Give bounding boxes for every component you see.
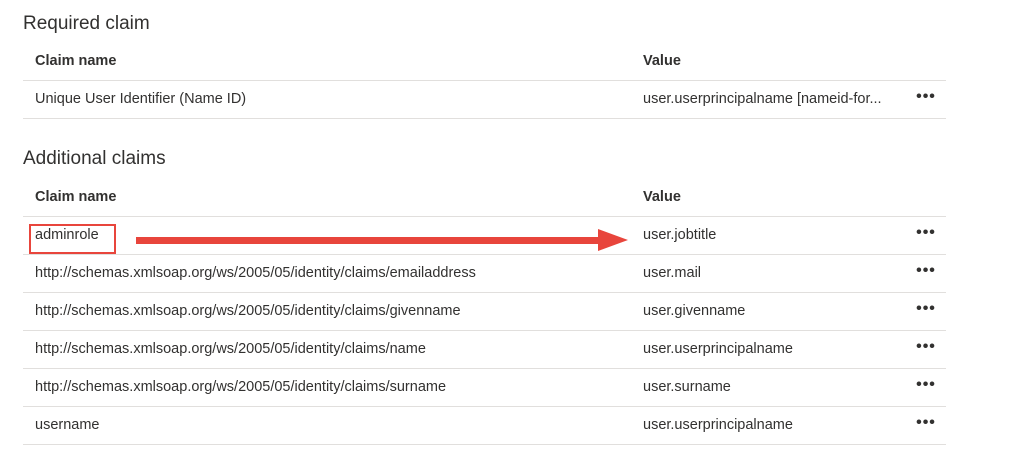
claim-value-cell: user.userprincipalname: [643, 417, 793, 433]
claim-name-cell: username: [35, 417, 100, 433]
table-header-row: Claim name Value: [23, 179, 946, 217]
claim-value-cell: user.userprincipalname [nameid-for...: [643, 91, 882, 107]
more-options-icon[interactable]: •••: [914, 255, 938, 292]
table-row[interactable]: http://schemas.xmlsoap.org/ws/2005/05/id…: [23, 255, 946, 293]
claim-name-column-header: Claim name: [35, 189, 117, 205]
claim-name-column-header: Claim name: [35, 53, 117, 69]
claim-value-cell: user.userprincipalname: [643, 341, 793, 357]
claim-name-cell: http://schemas.xmlsoap.org/ws/2005/05/id…: [35, 341, 426, 357]
claim-name-cell: http://schemas.xmlsoap.org/ws/2005/05/id…: [35, 379, 447, 395]
value-column-header: Value: [643, 189, 681, 205]
claim-value-cell: user.givenname: [643, 303, 746, 319]
value-column-header: Value: [643, 53, 681, 69]
claim-name-cell: adminrole: [35, 227, 99, 243]
table-row[interactable]: username user.userprincipalname •••: [23, 407, 946, 445]
table-row[interactable]: adminrole user.jobtitle •••: [23, 217, 946, 255]
required-claim-heading: Required claim: [23, 13, 150, 34]
required-claims-table: Claim name Value Unique User Identifier …: [23, 43, 946, 119]
table-row[interactable]: http://schemas.xmlsoap.org/ws/2005/05/id…: [23, 331, 946, 369]
more-options-icon[interactable]: •••: [914, 293, 938, 330]
claim-value-cell: user.mail: [643, 265, 702, 281]
claim-value-cell: user.surname: [643, 379, 731, 395]
more-options-icon[interactable]: •••: [914, 369, 938, 406]
claim-name-cell: http://schemas.xmlsoap.org/ws/2005/05/id…: [35, 265, 476, 281]
claim-name-cell: http://schemas.xmlsoap.org/ws/2005/05/id…: [35, 303, 461, 319]
claim-name-cell: Unique User Identifier (Name ID): [35, 91, 247, 107]
more-options-icon[interactable]: •••: [914, 331, 938, 368]
more-options-icon[interactable]: •••: [914, 217, 938, 254]
table-row[interactable]: http://schemas.xmlsoap.org/ws/2005/05/id…: [23, 369, 946, 407]
table-row[interactable]: Unique User Identifier (Name ID) user.us…: [23, 81, 946, 119]
more-options-icon[interactable]: •••: [914, 81, 938, 118]
additional-claims-heading: Additional claims: [23, 148, 166, 169]
table-header-row: Claim name Value: [23, 43, 946, 81]
claim-value-cell: user.jobtitle: [643, 227, 717, 243]
more-options-icon[interactable]: •••: [914, 407, 938, 444]
additional-claims-table: Claim name Value adminrole user.jobtitle…: [23, 179, 946, 445]
table-row[interactable]: http://schemas.xmlsoap.org/ws/2005/05/id…: [23, 293, 946, 331]
